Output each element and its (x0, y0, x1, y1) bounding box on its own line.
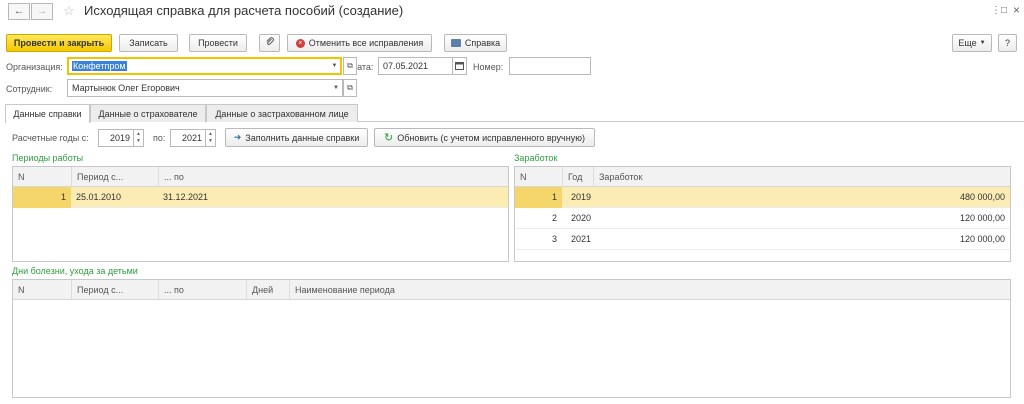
tab-insured-person-data[interactable]: Данные о застрахованном лице (206, 104, 358, 122)
paperclip-icon (265, 37, 275, 49)
sick-days-table[interactable]: N Период с... ... по Дней Наименование п… (12, 279, 1011, 398)
years-to-label: по: (153, 133, 166, 143)
cell-amount: 120 000,00 (959, 213, 1005, 223)
close-window-icon[interactable]: × (1013, 3, 1020, 17)
table-row[interactable]: 1 2019 480 000,00 (515, 187, 1010, 208)
organization-dropdown-button[interactable]: ▼ (329, 57, 342, 75)
column-header-period-from[interactable]: Период с... (71, 167, 158, 187)
favorite-star-icon[interactable]: ☆ (63, 3, 75, 19)
arrow-right-icon: → (37, 6, 47, 17)
table-header: N Период с... ... по (13, 167, 508, 187)
cell-n: 1 (551, 192, 557, 202)
work-periods-table[interactable]: N Период с... ... по 1 25.01.2010 31.12.… (12, 166, 509, 262)
refresh-icon: ↻ (384, 132, 394, 144)
year-from-stepper[interactable]: ▲ ▼ (134, 129, 144, 147)
save-button[interactable]: Записать (119, 34, 178, 52)
chevron-down-icon: ▼ (208, 138, 213, 144)
column-header-year[interactable]: Год (562, 167, 593, 187)
year-to-stepper[interactable]: ▲ ▼ (206, 129, 216, 147)
cell-year: 2019 (570, 192, 591, 202)
year-to-field[interactable]: 2021 (170, 129, 206, 147)
back-button[interactable]: ← (8, 3, 30, 20)
more-vertical-icon[interactable]: ⋮ (991, 5, 1001, 16)
date-field[interactable]: 07.05.2021 (378, 57, 453, 75)
cell-year: 2021 (570, 234, 591, 244)
cell-n: 2 (551, 213, 557, 223)
cell-period-from: 25.01.2010 (76, 192, 122, 202)
column-header-period-to[interactable]: ... по (158, 280, 246, 300)
column-header-days[interactable]: Дней (246, 280, 289, 300)
arrow-left-icon: ← (14, 6, 24, 17)
work-periods-title: Периоды работы (12, 153, 84, 163)
employee-dropdown-button[interactable]: ▼ (330, 79, 343, 97)
cancel-corrections-button[interactable]: × Отменить все исправления (287, 34, 432, 52)
fill-arrow-icon: ➜ (233, 132, 242, 142)
printer-icon (450, 39, 461, 47)
employee-label: Сотрудник: (6, 84, 53, 94)
chevron-down-icon: ▼ (331, 63, 338, 69)
column-header-n[interactable]: N (13, 280, 71, 300)
cell-n: 1 (60, 192, 66, 202)
cell-period-to: 31.12.2021 (163, 192, 209, 202)
employee-open-button[interactable]: ⧉ (343, 79, 357, 97)
cell-amount: 120 000,00 (959, 234, 1005, 244)
number-label: Номер: (473, 62, 504, 72)
chevron-down-icon: ▼ (979, 40, 986, 46)
post-button[interactable]: Провести (189, 34, 247, 52)
column-header-n[interactable]: N (515, 167, 562, 187)
cell-n: 3 (551, 234, 557, 244)
cancel-icon: × (295, 38, 305, 48)
chevron-down-icon: ▼ (136, 138, 141, 144)
organization-open-button[interactable]: ⧉ (343, 57, 357, 75)
forward-button[interactable]: → (31, 3, 53, 20)
cell-year: 2020 (570, 213, 591, 223)
chevron-up-icon: ▲ (208, 131, 213, 137)
restore-window-icon[interactable]: □ (1001, 5, 1007, 16)
refresh-button[interactable]: ↻ Обновить (с учетом исправленного вручн… (374, 128, 595, 147)
more-button[interactable]: Еще ▼ (952, 34, 992, 52)
column-header-period-to[interactable]: ... по (158, 167, 508, 187)
calendar-icon (455, 61, 464, 72)
open-link-icon: ⧉ (347, 61, 353, 70)
tab-insurer-data[interactable]: Данные о страхователе (90, 104, 206, 122)
sick-days-title: Дни болезни, ухода за детьми (12, 266, 138, 276)
cell-amount: 480 000,00 (959, 192, 1005, 202)
fill-certificate-data-button[interactable]: ➜ Заполнить данные справки (225, 128, 368, 147)
tab-certificate-data[interactable]: Данные справки (5, 104, 90, 123)
column-header-n[interactable]: N (13, 167, 71, 187)
employee-field[interactable]: Мартынюк Олег Егорович (67, 79, 331, 97)
column-header-earnings[interactable]: Заработок (593, 167, 1010, 187)
table-header: N Период с... ... по Дней Наименование п… (13, 280, 1010, 300)
year-from-field[interactable]: 2019 (98, 129, 134, 147)
post-and-close-button[interactable]: Провести и закрыть (6, 34, 112, 52)
calendar-button[interactable] (452, 57, 467, 75)
table-header: N Год Заработок (515, 167, 1010, 187)
chevron-up-icon: ▲ (136, 131, 141, 137)
earnings-table[interactable]: N Год Заработок 1 2019 480 000,00 2 2020… (514, 166, 1011, 262)
years-from-label: Расчетные годы с: (12, 133, 89, 143)
table-row[interactable]: 3 2021 120 000,00 (515, 229, 1010, 250)
number-field[interactable] (509, 57, 591, 75)
column-header-period-name[interactable]: Наименование периода (289, 280, 1010, 300)
certificate-print-button[interactable]: Справка (444, 34, 507, 52)
page-title: Исходящая справка для расчета пособий (с… (84, 3, 404, 18)
earnings-title: Заработок (514, 153, 558, 163)
column-header-period-from[interactable]: Период с... (71, 280, 158, 300)
table-row[interactable]: 2 2020 120 000,00 (515, 208, 1010, 229)
organization-label: Организация: (6, 62, 63, 72)
chevron-down-icon: ▼ (333, 85, 339, 91)
open-link-icon: ⧉ (347, 83, 353, 92)
organization-field[interactable]: Конфетпром (67, 57, 331, 75)
help-button[interactable]: ? (998, 34, 1017, 52)
table-row[interactable]: 1 25.01.2010 31.12.2021 (13, 187, 508, 208)
attach-button[interactable] (259, 34, 280, 52)
